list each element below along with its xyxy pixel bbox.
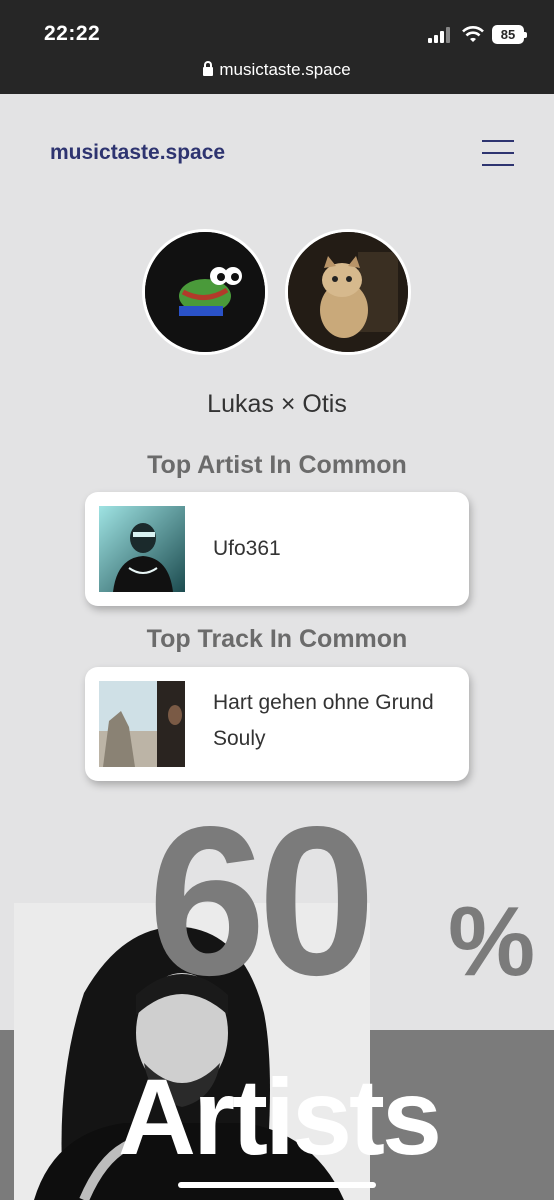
browser-status-bar: 22:22 85 musictaste.space xyxy=(0,0,554,94)
lock-icon xyxy=(203,61,214,76)
track-cover-image xyxy=(99,681,185,767)
artist-image xyxy=(99,506,185,592)
user-pair-names: Lukas × Otis xyxy=(207,390,347,418)
user-avatar-otis xyxy=(285,229,411,355)
percent-sign: % xyxy=(448,886,536,996)
track-title: Hart gehen ohne Grund xyxy=(213,691,434,714)
address-bar[interactable]: musictaste.space xyxy=(0,60,554,80)
wifi-icon xyxy=(462,26,484,42)
url-text: musictaste.space xyxy=(219,60,351,79)
top-artist-card[interactable]: Ufo361 xyxy=(85,492,469,606)
top-track-card[interactable]: Hart gehen ohne Grund Souly xyxy=(85,667,469,781)
frog-avatar-image xyxy=(145,232,265,352)
battery-icon: 85 xyxy=(492,25,527,44)
top-track-heading: Top Track In Common xyxy=(146,625,408,653)
clock: 22:22 xyxy=(44,22,101,45)
user-avatar-lukas xyxy=(142,229,268,355)
top-artist-heading: Top Artist In Common xyxy=(147,451,407,479)
cellular-signal-icon xyxy=(428,27,454,43)
cat-avatar-image xyxy=(288,232,408,352)
home-indicator xyxy=(178,1182,376,1188)
match-percentage-value: 60 xyxy=(148,782,376,1019)
site-logo[interactable]: musictaste.space xyxy=(50,141,225,165)
stat-label: Artists xyxy=(118,1056,442,1177)
artist-name: Ufo361 xyxy=(213,537,281,560)
hamburger-menu-button[interactable] xyxy=(482,140,514,168)
track-artist: Souly xyxy=(213,727,266,750)
